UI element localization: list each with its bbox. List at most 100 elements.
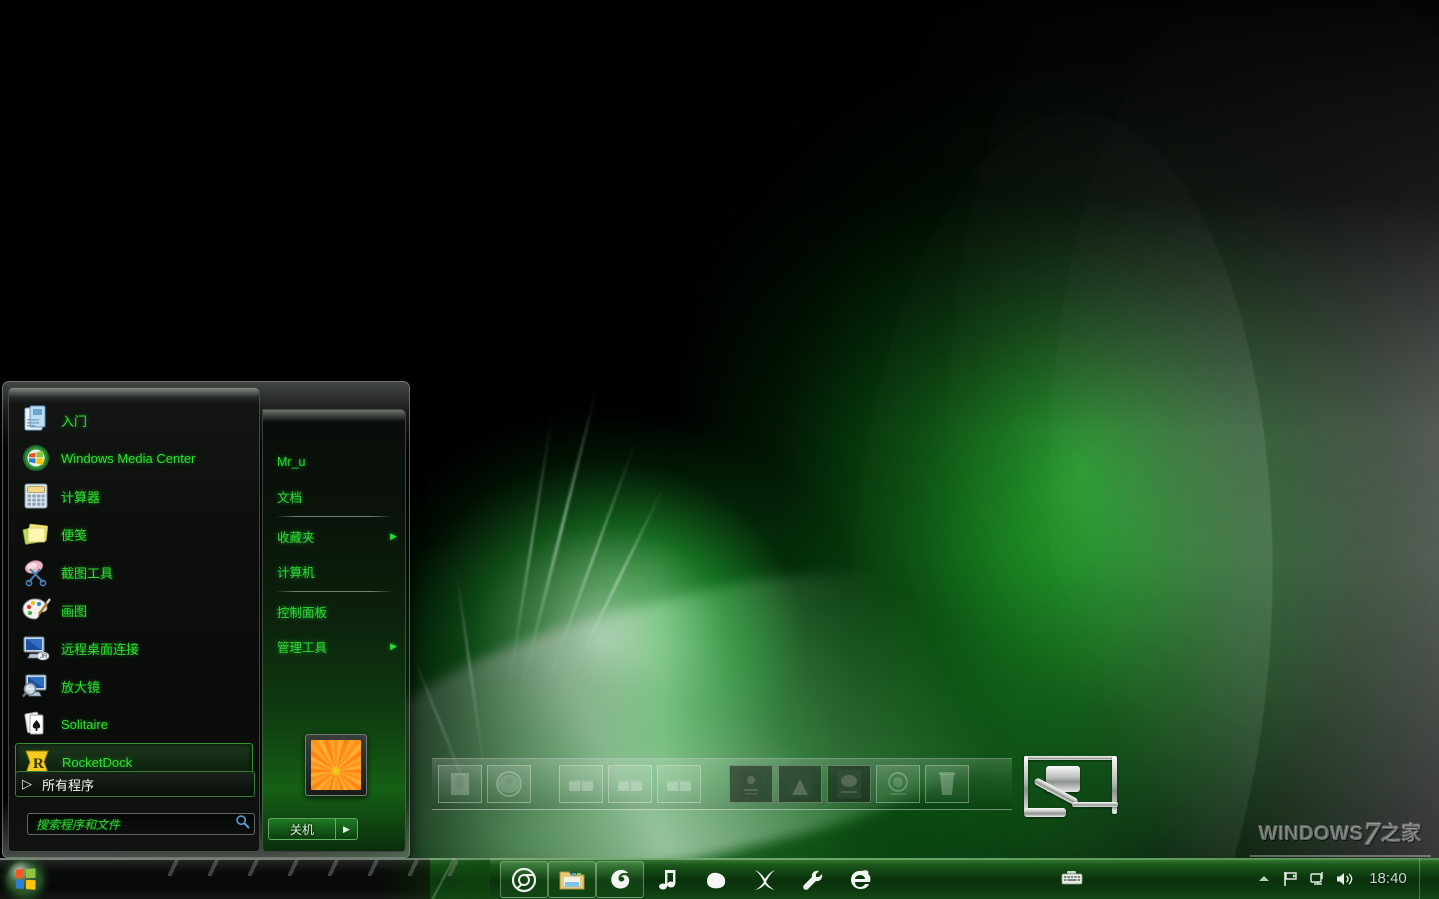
dock-item-9[interactable]	[876, 765, 920, 803]
taskbar-slant-decor	[420, 858, 466, 899]
right-item-label: 收藏夹	[277, 531, 315, 545]
triangle-right-icon: ▷	[22, 776, 32, 791]
start-menu-right-item-user[interactable]: Mr_u	[263, 444, 405, 479]
desktop-wallpaper[interactable]: Mr_u 文档 收藏夹 ▶ 计算机 控制面板 管理工具 ▶ 入门 Windows…	[0, 0, 1439, 899]
taskbar-firefox[interactable]	[596, 861, 644, 898]
chevron-right-icon: ▶	[390, 531, 397, 541]
start-menu-item-remote-desktop[interactable]: JR 远程桌面连接	[9, 629, 259, 667]
start-menu-item-label: 截图工具	[61, 565, 114, 581]
dock-item-8[interactable]	[827, 765, 871, 803]
avatar-poster-icon	[788, 770, 812, 798]
butterfly-x-icon	[755, 869, 775, 890]
start-menu-item-label: 便笺	[61, 527, 88, 543]
chevron-up-icon	[1259, 875, 1269, 881]
start-menu-left-panel[interactable]: 入门 Windows Media Center 计算器 便笺 截图工具 画图 J…	[8, 387, 260, 852]
start-menu-right-item-documents[interactable]: 文档	[263, 479, 405, 514]
tray-show-hidden[interactable]	[1252, 865, 1276, 893]
right-item-label: 计算机	[277, 566, 315, 580]
right-item-label: Mr_u	[277, 454, 306, 469]
media-center-icon	[21, 443, 51, 473]
poster-dark-icon	[740, 770, 762, 798]
dock-item-7[interactable]	[778, 765, 822, 803]
chrome-icon	[511, 867, 537, 892]
taskbar-chrome[interactable]	[500, 861, 548, 898]
shutdown-controls[interactable]: 关机 ▶	[268, 818, 358, 840]
taskbar-explorer[interactable]	[548, 861, 596, 898]
right-panel-separator	[275, 591, 393, 592]
start-menu-item-label: 计算器	[61, 489, 101, 505]
chevron-right-icon: ▶	[390, 641, 397, 651]
magnifier-icon	[21, 671, 51, 701]
start-menu-item-getting-started[interactable]: 入门	[9, 401, 259, 439]
start-menu-right-item-computer[interactable]: 计算机	[263, 554, 405, 589]
tray-action-center[interactable]	[1279, 865, 1303, 893]
right-item-label: 控制面板	[277, 606, 328, 620]
book-icon	[569, 780, 593, 791]
dock-item-2[interactable]	[487, 765, 531, 803]
music-note-icon	[659, 869, 676, 889]
taskbar[interactable]: 18:40	[0, 858, 1439, 899]
shutdown-button[interactable]: 关机	[268, 818, 336, 840]
system-tray[interactable]: 18:40	[1252, 858, 1431, 899]
internet-explorer-icon	[851, 869, 871, 889]
dock-item-4[interactable]	[608, 765, 652, 803]
photo-thumbnail-icon	[451, 773, 469, 795]
getting-started-icon	[21, 405, 51, 435]
right-panel-gloss	[263, 410, 405, 422]
emblem-icon	[888, 772, 908, 795]
tray-volume[interactable]	[1333, 865, 1357, 893]
book-icon	[667, 780, 691, 791]
start-menu-program-list: 入门 Windows Media Center 计算器 便笺 截图工具 画图 J…	[9, 401, 259, 788]
taskbar-music[interactable]	[644, 861, 692, 898]
white-blob-icon	[707, 872, 726, 888]
start-menu-right-item-admin-tools[interactable]: 管理工具 ▶	[263, 629, 405, 664]
show-desktop-button[interactable]	[1419, 858, 1431, 899]
taskbar-tools[interactable]	[788, 861, 836, 898]
rocketdock-bar[interactable]	[432, 758, 1012, 810]
flag-icon	[1284, 871, 1297, 886]
dock-item-10[interactable]	[925, 765, 969, 803]
start-menu-right-item-control-panel[interactable]: 控制面板	[263, 594, 405, 629]
all-programs-label: 所有程序	[42, 777, 95, 793]
start-menu-item-label: 放大镜	[61, 679, 101, 695]
tray-network[interactable]	[1306, 865, 1330, 893]
svg-text:JR: JR	[40, 654, 48, 660]
start-menu[interactable]: Mr_u 文档 收藏夹 ▶ 计算机 控制面板 管理工具 ▶ 入门 Windows…	[2, 381, 410, 858]
start-menu-item-label: Windows Media Center	[61, 450, 196, 466]
search-input[interactable]: 搜索程序和文件	[27, 813, 255, 835]
language-bar[interactable]	[1058, 868, 1086, 888]
start-menu-item-sticky-notes[interactable]: 便笺	[9, 515, 259, 553]
start-menu-item-solitaire[interactable]: Solitaire	[9, 705, 259, 743]
svg-text:R: R	[33, 756, 44, 772]
start-menu-item-calculator[interactable]: 计算器	[9, 477, 259, 515]
cup-icon	[939, 772, 955, 795]
taskbar-buttons	[500, 858, 884, 899]
taskbar-clock[interactable]: 18:40	[1360, 870, 1412, 887]
start-button[interactable]	[6, 860, 44, 898]
start-menu-right-item-favorites[interactable]: 收藏夹 ▶	[263, 519, 405, 554]
globe-portrait-icon	[496, 771, 522, 797]
calculator-icon	[21, 481, 51, 511]
taskbar-xmplay[interactable]	[740, 861, 788, 898]
dock-item-6[interactable]	[729, 765, 773, 803]
book-icon	[618, 780, 642, 791]
dock-item-5[interactable]	[657, 765, 701, 803]
dock-item-1[interactable]	[438, 765, 482, 803]
wrench-icon	[803, 870, 823, 890]
start-menu-item-paint[interactable]: 画图	[9, 591, 259, 629]
search-icon	[230, 814, 254, 834]
shutdown-options-button[interactable]: ▶	[336, 818, 358, 840]
start-menu-item-label: RocketDock	[62, 754, 133, 770]
all-programs-button[interactable]: ▷ 所有程序	[15, 771, 255, 797]
start-menu-item-snipping-tool[interactable]: 截图工具	[9, 553, 259, 591]
dock-item-3[interactable]	[559, 765, 603, 803]
taskbar-ie[interactable]	[836, 861, 884, 898]
start-menu-item-media-center[interactable]: Windows Media Center	[9, 439, 259, 477]
taskbar-chevron-decor	[168, 860, 458, 876]
firefox-icon	[611, 869, 630, 889]
daisy-flower-avatar-icon	[311, 740, 361, 790]
start-menu-item-magnifier[interactable]: 放大镜	[9, 667, 259, 705]
user-avatar[interactable]	[305, 734, 367, 796]
taskbar-blob[interactable]	[692, 861, 740, 898]
windows-start-orb-icon	[15, 868, 36, 890]
